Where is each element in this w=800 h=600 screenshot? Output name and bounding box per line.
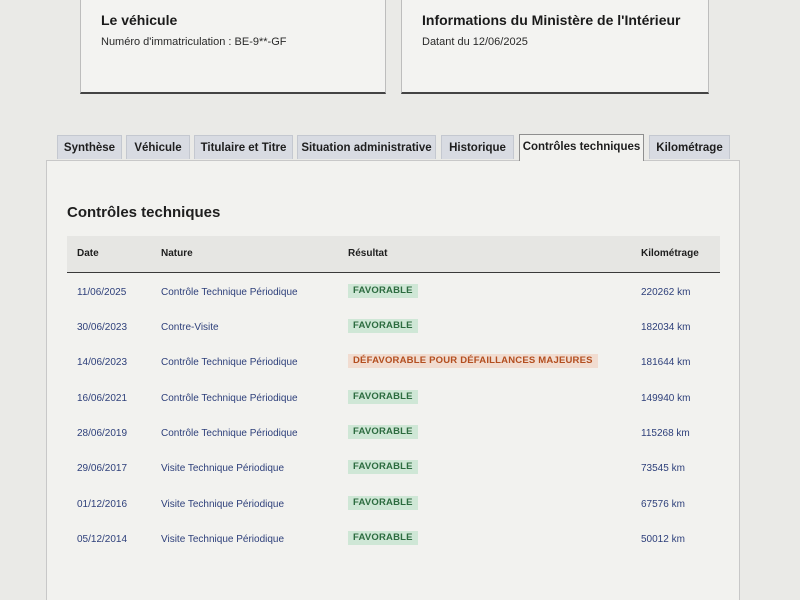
row-kilometrage: 149940 km — [641, 393, 691, 404]
table-row: 29/06/2017 Visite Technique Périodique F… — [67, 460, 720, 480]
tab-bar: Synthèse Véhicule Titulaire et Titre Sit… — [57, 134, 800, 161]
tab-vehicule[interactable]: Véhicule — [126, 135, 190, 159]
row-date: 16/06/2021 — [77, 393, 128, 404]
row-nature: Contrôle Technique Périodique — [161, 357, 298, 368]
row-date: 11/06/2025 — [77, 287, 127, 298]
row-date: 01/12/2016 — [77, 499, 128, 510]
result-badge: DÉFAVORABLE POUR DÉFAILLANCES MAJEURES — [348, 354, 598, 368]
registration-number: Numéro d'immatriculation : BE-9**-GF — [101, 36, 287, 48]
ministry-info-title: Informations du Ministère de l'Intérieur — [422, 12, 681, 28]
tab-titulaire-titre[interactable]: Titulaire et Titre — [194, 135, 293, 159]
row-kilometrage: 50012 km — [641, 534, 685, 545]
table-row: 01/12/2016 Visite Technique Périodique F… — [67, 496, 720, 516]
ministry-info-date: Datant du 12/06/2025 — [422, 36, 528, 48]
row-kilometrage: 181644 km — [641, 357, 691, 368]
table-row: 11/06/2025 Contrôle Technique Périodique… — [67, 284, 720, 304]
result-badge: FAVORABLE — [348, 531, 418, 545]
header-date: Date — [77, 248, 99, 259]
header-kilometrage: Kilométrage — [641, 248, 699, 259]
row-nature: Contrôle Technique Périodique — [161, 428, 298, 439]
row-nature: Contrôle Technique Périodique — [161, 287, 298, 298]
vehicle-card: Le véhicule Numéro d'immatriculation : B… — [80, 0, 386, 94]
result-badge: FAVORABLE — [348, 390, 418, 404]
row-date: 28/06/2019 — [77, 428, 128, 439]
row-nature: Visite Technique Périodique — [161, 499, 285, 510]
ministry-info-card: Informations du Ministère de l'Intérieur… — [401, 0, 709, 94]
table-row: 30/06/2023 Contre-Visite FAVORABLE 18203… — [67, 319, 720, 339]
tab-controles-techniques[interactable]: Contrôles techniques — [519, 134, 644, 161]
row-kilometrage: 182034 km — [641, 322, 691, 333]
section-title: Contrôles techniques — [67, 204, 221, 221]
result-badge: FAVORABLE — [348, 496, 418, 510]
row-nature: Visite Technique Périodique — [161, 534, 285, 545]
result-badge: FAVORABLE — [348, 319, 418, 333]
table-row: 28/06/2019 Contrôle Technique Périodique… — [67, 425, 720, 445]
row-nature: Contre-Visite — [161, 322, 219, 333]
table-header: Date Nature Résultat Kilométrage — [67, 236, 720, 273]
row-nature: Contrôle Technique Périodique — [161, 393, 298, 404]
vehicle-card-title: Le véhicule — [101, 12, 178, 28]
header-resultat: Résultat — [348, 248, 388, 259]
row-kilometrage: 73545 km — [641, 463, 685, 474]
result-badge: FAVORABLE — [348, 425, 418, 439]
row-date: 29/06/2017 — [77, 463, 128, 474]
tab-historique[interactable]: Historique — [441, 135, 514, 159]
table-row: 14/06/2023 Contrôle Technique Périodique… — [67, 354, 720, 374]
result-badge: FAVORABLE — [348, 284, 418, 298]
row-kilometrage: 220262 km — [641, 287, 691, 298]
table-row: 05/12/2014 Visite Technique Périodique F… — [67, 531, 720, 551]
tab-synthese[interactable]: Synthèse — [57, 135, 122, 159]
row-nature: Visite Technique Périodique — [161, 463, 285, 474]
row-date: 14/06/2023 — [77, 357, 128, 368]
tab-situation-administrative[interactable]: Situation administrative — [297, 135, 436, 159]
row-date: 05/12/2014 — [77, 534, 128, 545]
row-kilometrage: 67576 km — [641, 499, 685, 510]
row-date: 30/06/2023 — [77, 322, 128, 333]
row-kilometrage: 115268 km — [641, 428, 690, 439]
header-nature: Nature — [161, 248, 193, 259]
result-badge: FAVORABLE — [348, 460, 418, 474]
tab-kilometrage[interactable]: Kilométrage — [649, 135, 730, 159]
table-row: 16/06/2021 Contrôle Technique Périodique… — [67, 390, 720, 410]
